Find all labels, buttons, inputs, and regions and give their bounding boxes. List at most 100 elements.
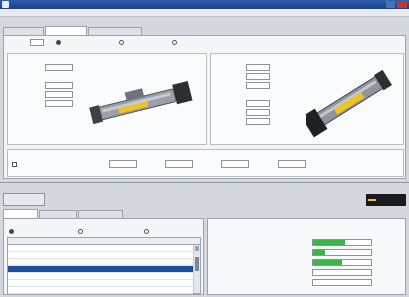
result-bar-track — [312, 279, 372, 286]
table-row[interactable] — [8, 266, 193, 273]
section-label-bottom — [3, 186, 25, 191]
right-field-7-label — [231, 119, 243, 124]
table-row[interactable] — [8, 273, 193, 280]
motion-field-4-sub — [266, 170, 296, 175]
motion-field-4-label — [260, 162, 276, 167]
table-cell-detail — [118, 281, 178, 286]
left-parameter-group — [7, 53, 207, 145]
table-cell-name — [20, 253, 80, 258]
right-field-2-input[interactable] — [246, 73, 270, 80]
motion-group-title — [11, 152, 45, 157]
app-icon — [2, 1, 9, 8]
selector-option-2-label — [126, 40, 146, 45]
scrollbar-up-arrow-icon[interactable] — [195, 246, 199, 251]
selection-list-panel — [3, 218, 204, 295]
motion-field-1-input[interactable] — [109, 160, 137, 168]
selector-option-3-radio[interactable] — [172, 40, 177, 45]
selection-table — [7, 237, 201, 294]
table-cell-name — [20, 274, 80, 279]
result-bar-track — [312, 269, 372, 276]
result-value — [374, 280, 390, 285]
brand-logo — [366, 194, 406, 206]
calculate-button[interactable] — [3, 193, 45, 206]
right-field-5-label — [231, 101, 243, 106]
tab-top-1[interactable] — [3, 27, 44, 35]
table-row[interactable] — [8, 252, 193, 259]
list-filter-3-radio[interactable] — [144, 229, 149, 234]
right-field-4-label — [215, 92, 245, 97]
selector-option-2-radio[interactable] — [119, 40, 124, 45]
close-button[interactable] — [397, 1, 407, 8]
result-value — [374, 250, 390, 255]
table-cell-no — [10, 253, 18, 258]
selector-option-3-label — [179, 40, 199, 45]
right-field-1-input[interactable] — [246, 64, 270, 71]
result-value — [374, 240, 390, 245]
table-cell-name — [20, 288, 80, 293]
tab-bottom-3[interactable] — [78, 210, 123, 218]
list-panel-title — [7, 221, 31, 226]
motion-field-3-sub — [200, 170, 250, 175]
selector-input[interactable] — [30, 39, 44, 46]
motion-field-3-input[interactable] — [221, 160, 249, 168]
menu-item-options[interactable] — [20, 11, 38, 16]
tab-top-2[interactable] — [45, 26, 87, 35]
table-row[interactable] — [8, 245, 193, 252]
table-row[interactable] — [8, 287, 193, 294]
list-filter-1-label — [16, 229, 34, 234]
left-field-4-input[interactable] — [45, 91, 73, 98]
list-filter-2-radio[interactable] — [78, 229, 83, 234]
scrollbar-thumb[interactable] — [195, 257, 199, 271]
motion-option-checkbox[interactable] — [12, 162, 17, 167]
table-cell-no — [10, 267, 18, 272]
result-bar-fill — [313, 260, 342, 265]
table-cell-name — [20, 246, 80, 251]
left-field-3-label — [26, 83, 42, 88]
column-header-no[interactable] — [10, 239, 18, 244]
table-cell-detail — [118, 288, 178, 293]
left-field-1-input[interactable] — [45, 64, 73, 71]
motion-field-2-sub — [151, 170, 187, 175]
result-bar-fill — [313, 240, 345, 245]
result-label — [212, 240, 308, 245]
table-cell-no — [10, 274, 18, 279]
right-field-6-input[interactable] — [246, 109, 270, 116]
right-field-7-input[interactable] — [246, 118, 270, 125]
list-filter-1-radio[interactable] — [9, 229, 14, 234]
motion-field-2-input[interactable] — [165, 160, 193, 168]
right-field-2-label — [231, 74, 243, 79]
table-scrollbar[interactable] — [193, 245, 200, 293]
table-header — [8, 238, 200, 245]
table-row[interactable] — [8, 280, 193, 287]
right-field-5-input[interactable] — [246, 100, 270, 107]
selector-option-1-radio[interactable] — [56, 40, 61, 45]
tab-bottom-1[interactable] — [3, 209, 38, 218]
menu-item-help[interactable] — [41, 11, 53, 16]
right-field-3-label — [231, 83, 243, 88]
brand-logo-stripe — [368, 199, 376, 201]
left-field-3-input[interactable] — [45, 82, 73, 89]
motion-field-1-label — [94, 162, 108, 167]
column-header-detail[interactable] — [118, 239, 148, 244]
result-label — [212, 270, 308, 275]
left-field-5-input[interactable] — [45, 100, 73, 107]
right-field-6-label — [231, 110, 243, 115]
table-cell-detail — [118, 246, 178, 251]
table-cell-name — [20, 267, 80, 272]
actuator-side-view-image — [89, 80, 193, 125]
right-field-3-input[interactable] — [246, 82, 270, 89]
column-header-name[interactable] — [20, 239, 50, 244]
tab-bottom-2[interactable] — [39, 210, 77, 218]
tab-top-3[interactable] — [88, 27, 142, 35]
table-cell-detail — [118, 260, 178, 265]
motion-field-4-input[interactable] — [278, 160, 306, 168]
window-titlebar — [0, 0, 409, 9]
brand-logo-text — [378, 197, 404, 203]
minimize-button[interactable] — [386, 1, 395, 8]
result-label — [212, 260, 308, 265]
table-row[interactable] — [8, 259, 193, 266]
table-cell-no — [10, 246, 18, 251]
menu-item-file[interactable] — [3, 11, 17, 16]
left-field-1-label — [26, 65, 42, 70]
left-group-title — [11, 57, 35, 62]
